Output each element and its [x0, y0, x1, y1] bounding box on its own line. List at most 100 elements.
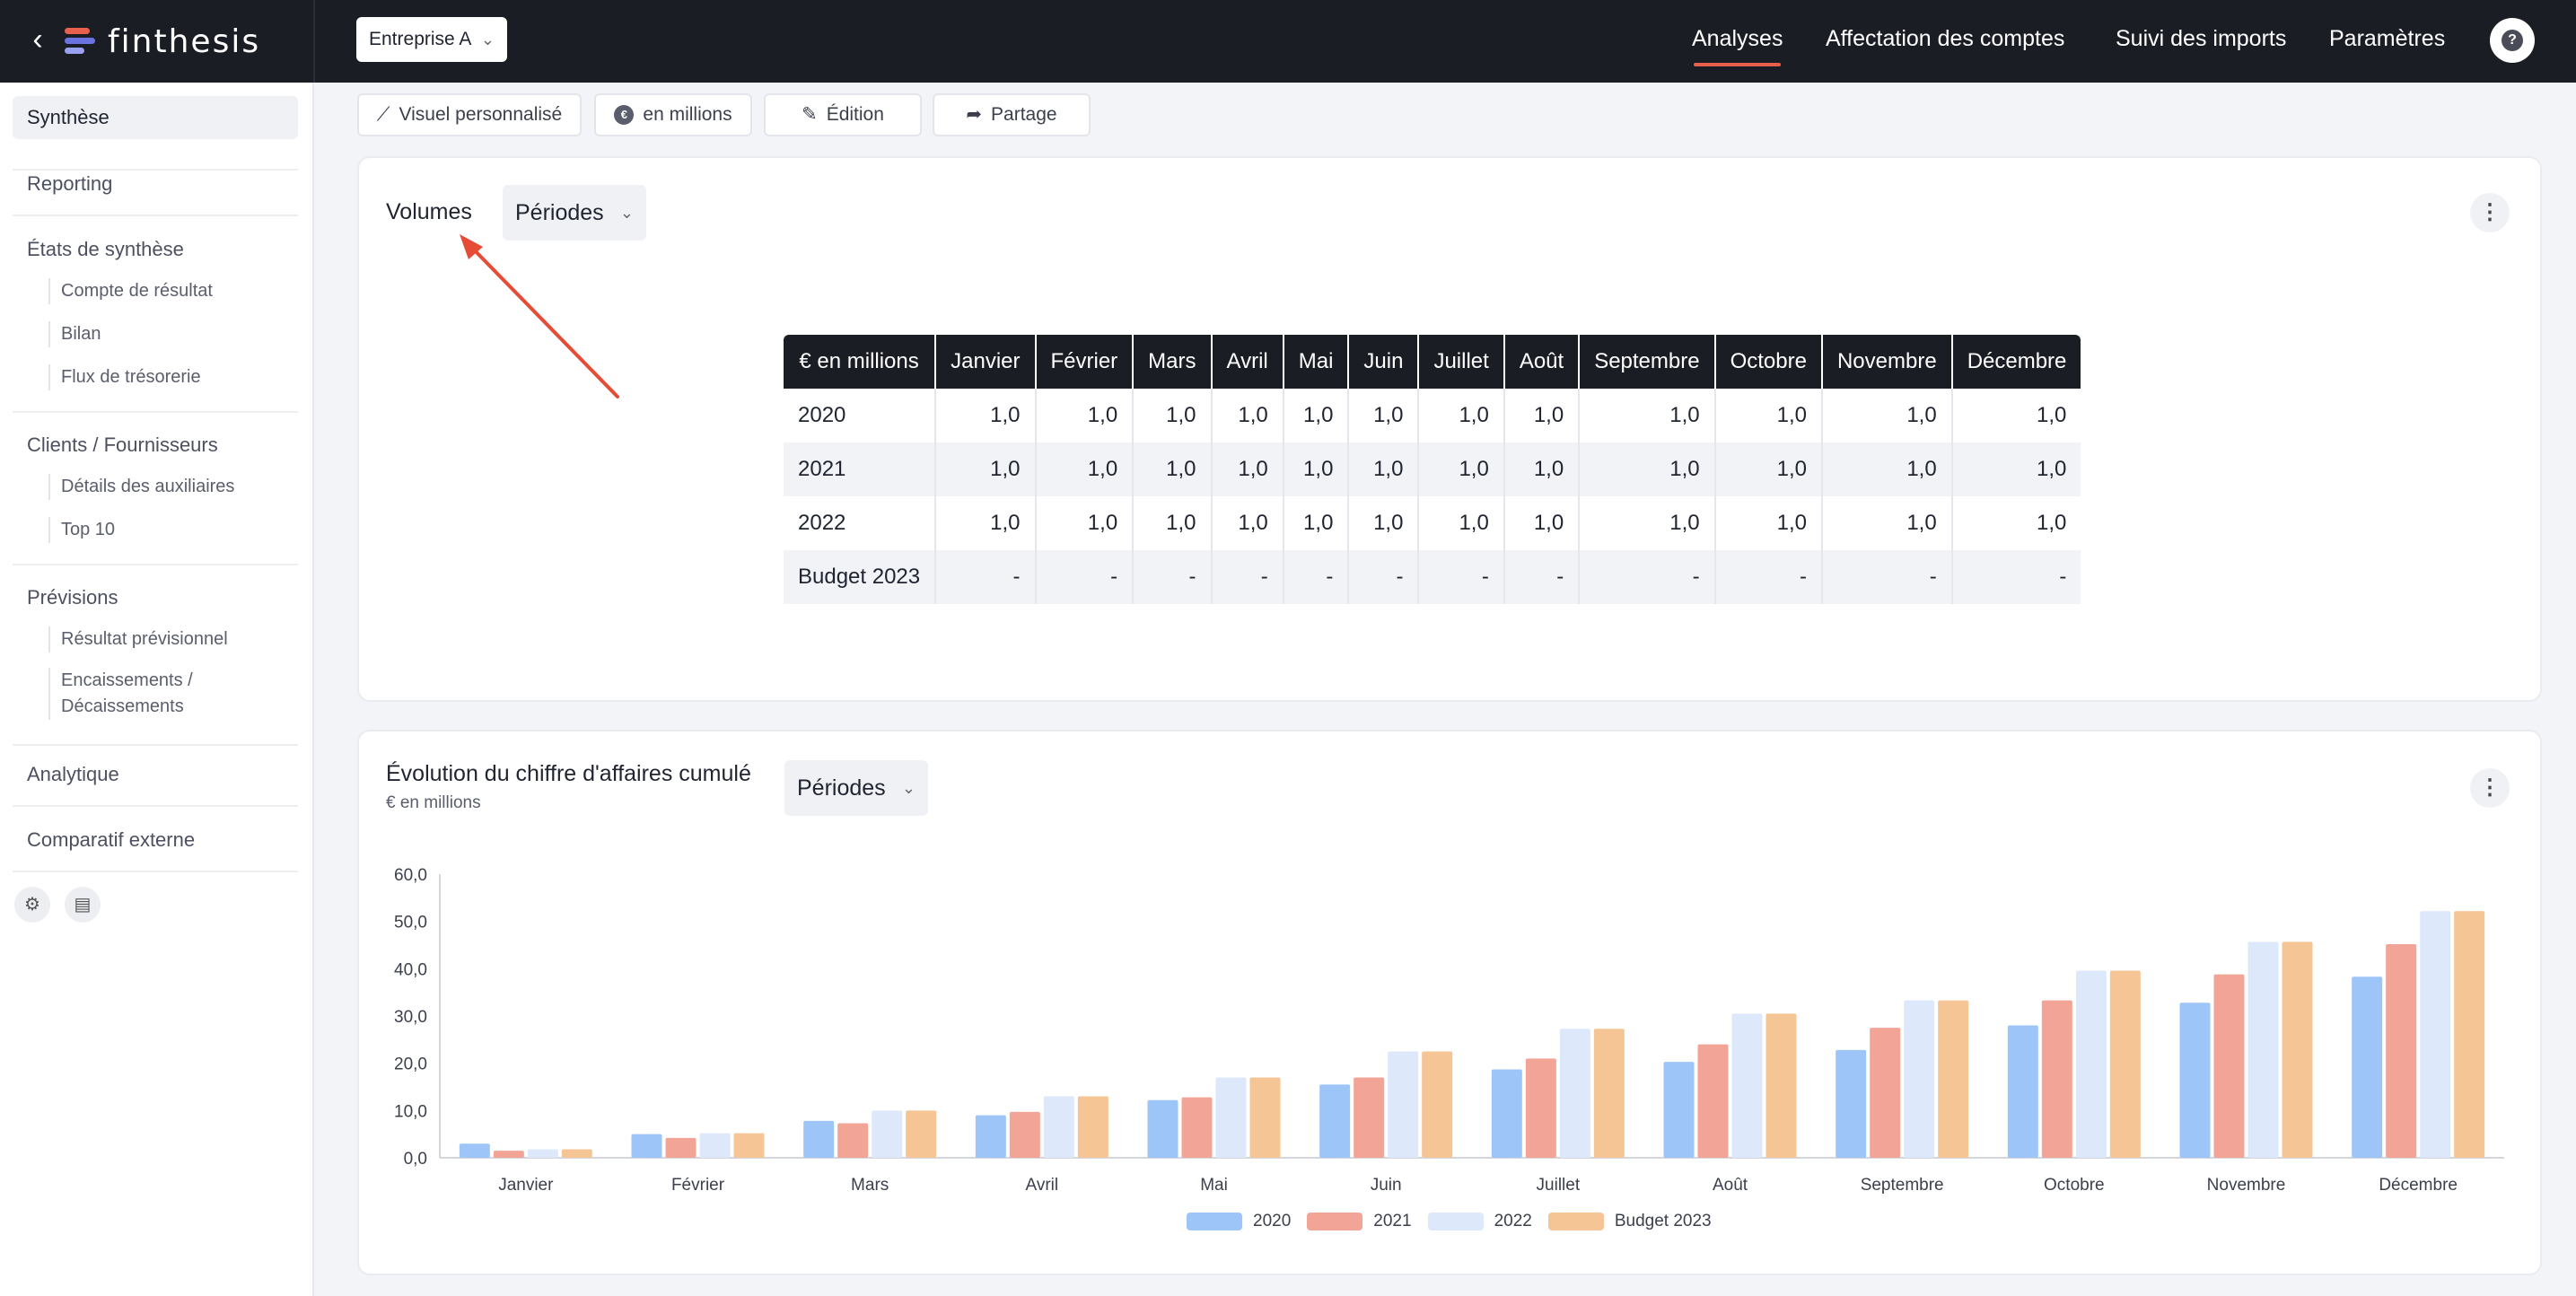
logo[interactable]: finthesis	[65, 20, 260, 63]
divider	[313, 0, 315, 83]
edition-button[interactable]: ✎ Édition	[764, 93, 922, 136]
legend-item[interactable]: Budget 2023	[1547, 1212, 1712, 1231]
table-cell: 1,0	[1211, 442, 1284, 496]
sidebar-subitem-resultat-previsionnel[interactable]: Résultat prévisionnel	[48, 626, 228, 652]
divider	[13, 411, 298, 413]
bar-2022	[1388, 1051, 1419, 1158]
sidebar-subitem-encaissements-decaissements[interactable]: Encaissements / Décaissements	[48, 668, 193, 720]
document-icon[interactable]: ▤	[65, 887, 101, 923]
evolution-periodes-select[interactable]: Périodes ⌄	[784, 760, 928, 816]
table-cell: -	[1821, 550, 1953, 604]
en-millions-button[interactable]: € en millions	[594, 93, 752, 136]
question-icon: ?	[2502, 30, 2523, 51]
table-header-cell: Juin	[1348, 335, 1420, 389]
chevron-down-icon: ⌄	[480, 31, 495, 48]
table-cell: 1,0	[935, 442, 1037, 496]
legend-swatch	[1547, 1213, 1604, 1230]
table-cell: -	[1035, 550, 1135, 604]
bar-2022	[2420, 911, 2451, 1158]
help-button[interactable]: ?	[2490, 18, 2535, 63]
table-cell: 1,0	[1348, 442, 1420, 496]
table-cell: 1,0	[1035, 496, 1135, 550]
x-tick-label: Septembre	[1861, 1176, 1944, 1195]
legend-item[interactable]: 2020	[1187, 1212, 1291, 1231]
line-chart-icon: ⟋	[376, 104, 390, 125]
partage-button[interactable]: ➦ Partage	[933, 93, 1091, 136]
table-cell: 1,0	[1283, 389, 1350, 442]
table-cell: 1,0	[1821, 496, 1953, 550]
euro-icon: €	[614, 105, 635, 125]
bar-2022	[1904, 1000, 1935, 1158]
nav-suivi-des-imports[interactable]: Suivi des imports	[2116, 0, 2286, 83]
table-cell: -	[1348, 550, 1420, 604]
brand-name: finthesis	[108, 22, 261, 60]
back-chevron-icon[interactable]: ‹	[20, 22, 56, 57]
company-select[interactable]: Entreprise A ⌄	[356, 17, 507, 62]
table-cell: 1,0	[1418, 442, 1505, 496]
sidebar-subitem-details-des-auxiliaires[interactable]: Détails des auxiliaires	[48, 474, 234, 500]
table-cell: 1,0	[1348, 496, 1420, 550]
table-header-cell: Mars	[1133, 335, 1213, 389]
bar-budget-2023	[1249, 1077, 1281, 1158]
visuel-personnalise-label: Visuel personnalisé	[399, 104, 563, 125]
legend-swatch	[1427, 1213, 1484, 1230]
table-cell: 1,0	[1133, 389, 1213, 442]
bar-budget-2023	[733, 1133, 765, 1158]
sidebar-item-reporting[interactable]: Reporting	[13, 162, 298, 206]
legend-label: 2022	[1494, 1212, 1532, 1230]
sidebar-item-analytique[interactable]: Analytique	[13, 753, 298, 796]
table-cell: 1,0	[1211, 496, 1284, 550]
bar-2020	[631, 1134, 662, 1158]
volumes-more-options-icon[interactable]: ⋮	[2470, 193, 2510, 232]
table-cell: -	[1211, 550, 1284, 604]
sidebar-subitem-bilan[interactable]: Bilan	[48, 321, 101, 347]
sidebar-subitem-flux-de-tresorerie[interactable]: Flux de trésorerie	[48, 364, 201, 390]
table-cell: 1,0	[935, 496, 1037, 550]
chart-legend: 2020 2021 2022 Budget 2023	[1187, 1212, 1712, 1231]
sidebar-subitem-compte-de-resultat[interactable]: Compte de résultat	[48, 278, 213, 304]
sidebar-item-previsions[interactable]: Prévisions	[13, 576, 298, 619]
bar-2020	[1836, 1049, 1867, 1158]
edition-label: Édition	[826, 104, 884, 125]
y-tick-label: 50,0	[394, 914, 427, 933]
bar-budget-2023	[1938, 1000, 1969, 1158]
sidebar-item-clients-fournisseurs[interactable]: Clients / Fournisseurs	[13, 424, 298, 467]
sidebar-item-synthese[interactable]: Synthèse	[13, 96, 298, 139]
bar-budget-2023	[1766, 1013, 1797, 1158]
table-row: Budget 2023- - - - - - - - - - - -	[784, 550, 2081, 604]
bar-2020	[1147, 1099, 1178, 1158]
table-cell: 1,0	[1418, 496, 1505, 550]
table-cell: 1,0	[2037, 403, 2067, 427]
bar-budget-2023	[2282, 941, 2313, 1158]
nav-parametres[interactable]: Paramètres	[2329, 0, 2445, 83]
revenue-bar-chart: 0,0 10,0 20,0 30,0 40,0 50,0 60,0 Janvier Févrie…	[394, 866, 2504, 1195]
table-header-cell: Avril	[1211, 335, 1284, 389]
top-bar: ‹ finthesis Entreprise A ⌄ Analyses Affe…	[0, 0, 2576, 83]
sidebar-item-comparatif-externe[interactable]: Comparatif externe	[13, 819, 298, 862]
share-icon: ➦	[966, 104, 983, 125]
y-tick-label: 10,0	[394, 1102, 427, 1121]
table-cell: 1,0	[1821, 389, 1953, 442]
bar-2020	[459, 1143, 490, 1158]
bar-2022	[2075, 970, 2107, 1158]
legend-swatch	[1307, 1213, 1363, 1230]
visuel-personnalise-button[interactable]: ⟋ Visuel personnalisé	[357, 93, 582, 136]
table-cell: 1,0	[2037, 511, 2067, 535]
x-tick-label: Mars	[851, 1176, 889, 1195]
legend-item[interactable]: 2022	[1427, 1212, 1532, 1231]
sidebar-item-etats-de-synthese[interactable]: États de synthèse	[13, 228, 298, 271]
nav-affectation-des-comptes[interactable]: Affectation des comptes	[1826, 0, 2064, 83]
bar-budget-2023	[2454, 911, 2485, 1158]
gear-icon[interactable]: ⚙	[14, 887, 50, 923]
bar-2020	[1319, 1084, 1351, 1158]
nav-analyses[interactable]: Analyses	[1692, 0, 1783, 83]
table-cell: 1,0	[1503, 496, 1581, 550]
sidebar-subitem-top-10[interactable]: Top 10	[48, 517, 115, 543]
bar-2022	[872, 1110, 903, 1158]
legend-item[interactable]: 2021	[1307, 1212, 1412, 1231]
evolution-more-options-icon[interactable]: ⋮	[2470, 768, 2510, 808]
bar-2021	[1009, 1111, 1040, 1158]
partage-label: Partage	[991, 104, 1057, 125]
table-cell: 1,0	[1503, 389, 1581, 442]
table-row-label: 2021	[784, 442, 937, 496]
